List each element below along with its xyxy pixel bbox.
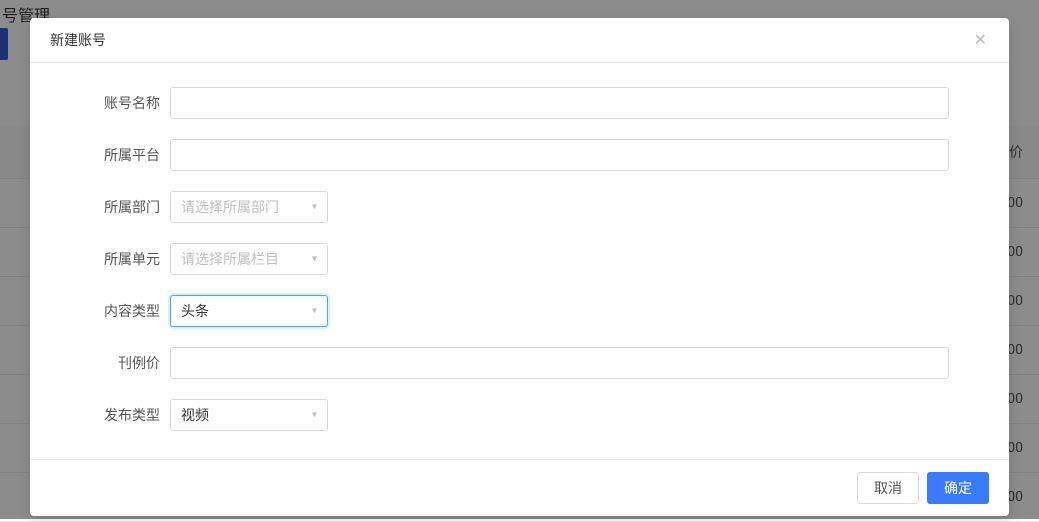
platform-label: 所属平台: [90, 145, 170, 165]
price-input[interactable]: [170, 347, 949, 379]
modal-header: 新建账号 ✕: [30, 18, 1009, 63]
close-icon[interactable]: ✕: [972, 30, 989, 50]
unit-label: 所属单元: [90, 249, 170, 269]
publish-type-select[interactable]: 视频 ▾: [170, 399, 328, 431]
department-select[interactable]: 请选择所属部门 ▾: [170, 191, 328, 223]
content-type-label: 内容类型: [90, 301, 170, 321]
cancel-button[interactable]: 取消: [857, 472, 919, 504]
chevron-down-icon: ▾: [312, 410, 317, 421]
chevron-down-icon: ▾: [312, 306, 317, 317]
content-type-select[interactable]: 头条 ▾: [170, 295, 328, 327]
account-name-label: 账号名称: [90, 93, 170, 113]
modal-footer: 取消 确定: [30, 459, 1009, 516]
modal-title: 新建账号: [50, 30, 106, 50]
department-label: 所属部门: [90, 197, 170, 217]
unit-select-placeholder: 请选择所属栏目: [181, 249, 279, 269]
ok-button[interactable]: 确定: [927, 472, 989, 504]
platform-input[interactable]: [170, 139, 949, 171]
publish-type-value: 视频: [181, 405, 209, 425]
modal-body: 账号名称 所属平台 所属部门 请选择所属部门 ▾ 所属单元 请选择所属栏目 ▾: [30, 63, 1009, 459]
department-select-placeholder: 请选择所属部门: [181, 197, 279, 217]
price-label: 刊例价: [90, 353, 170, 373]
content-type-value: 头条: [181, 301, 209, 321]
chevron-down-icon: ▾: [312, 254, 317, 265]
publish-type-label: 发布类型: [90, 405, 170, 425]
new-account-modal: 新建账号 ✕ 账号名称 所属平台 所属部门 请选择所属部门 ▾ 所属单元: [30, 18, 1009, 516]
chevron-down-icon: ▾: [312, 202, 317, 213]
unit-select[interactable]: 请选择所属栏目 ▾: [170, 243, 328, 275]
account-name-input[interactable]: [170, 87, 949, 119]
